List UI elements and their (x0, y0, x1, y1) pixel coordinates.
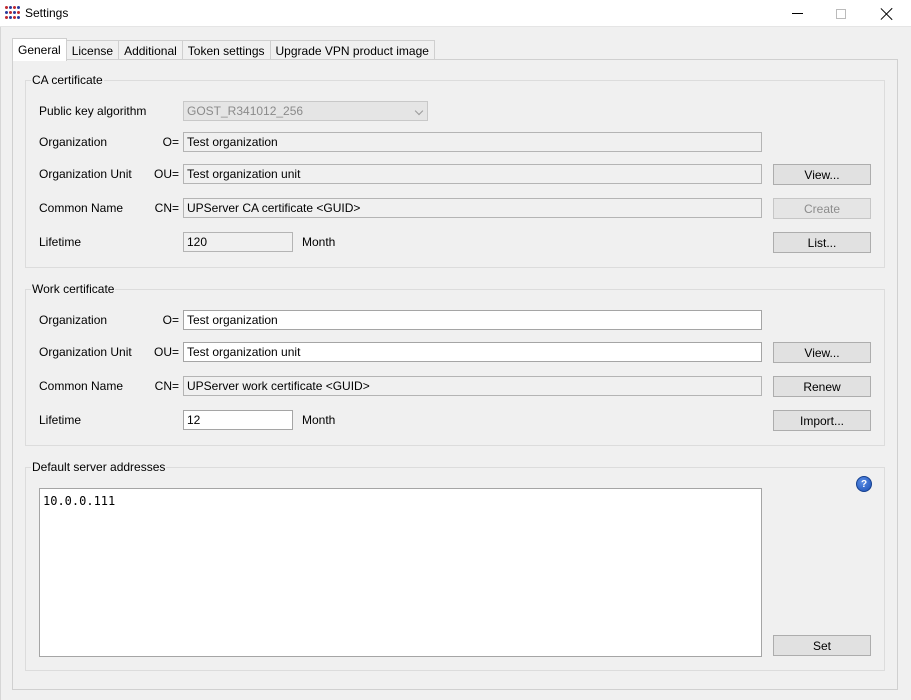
server-addresses-group: Default server addresses 10.0.0.111 ? Se… (25, 460, 885, 671)
maximize-button[interactable] (818, 0, 864, 27)
close-button[interactable] (864, 0, 910, 27)
work-ou-label: Organization Unit (39, 345, 132, 359)
ca-org-label: Organization (39, 135, 108, 149)
minimize-button[interactable] (774, 0, 820, 27)
ca-algorithm-value: GOST_R341012_256 (187, 104, 304, 118)
server-addresses-title: Default server addresses (31, 460, 167, 474)
minimize-icon (791, 13, 803, 14)
ca-ou-field[interactable]: Test organization unit (183, 164, 762, 184)
work-view-button[interactable]: View... (773, 342, 871, 363)
ca-algorithm-select[interactable]: GOST_R341012_256 (183, 101, 428, 121)
tab-bar: General License Additional Token setting… (12, 38, 435, 61)
ca-lifetime-label: Lifetime (39, 235, 82, 249)
app-dots-icon (5, 6, 20, 20)
window-edge (0, 27, 1, 700)
tab-panel-general: CA certificate Public key algorithm GOST… (12, 59, 898, 690)
work-renew-button[interactable]: Renew (773, 376, 871, 397)
tab-general[interactable]: General (12, 38, 67, 61)
tab-upgrade-vpn-image[interactable]: Upgrade VPN product image (270, 40, 435, 60)
ca-algorithm-label: Public key algorithm (39, 104, 147, 118)
close-icon (881, 8, 893, 20)
ca-lifetime-unit: Month (302, 235, 336, 249)
set-button[interactable]: Set (773, 635, 871, 656)
chevron-down-icon (414, 106, 424, 116)
window-title: Settings (25, 6, 69, 20)
work-lifetime-input[interactable]: 12 (183, 410, 293, 430)
work-ou-input[interactable]: Test organization unit (183, 342, 762, 362)
ca-org-field[interactable]: Test organization (183, 132, 762, 152)
ca-create-button[interactable]: Create (773, 198, 871, 219)
tab-additional[interactable]: Additional (119, 40, 183, 60)
work-cn-prefix: CN= (154, 379, 179, 393)
work-lifetime-label: Lifetime (39, 413, 82, 427)
work-org-input[interactable]: Test organization (183, 310, 762, 330)
server-addresses-textarea[interactable]: 10.0.0.111 (39, 488, 762, 657)
ca-ou-prefix: OU= (153, 167, 179, 181)
ca-certificate-group: CA certificate Public key algorithm GOST… (25, 73, 885, 268)
ca-lifetime-field[interactable]: 120 (183, 232, 293, 252)
tab-token-settings[interactable]: Token settings (182, 40, 271, 60)
work-certificate-title: Work certificate (31, 282, 116, 296)
help-icon[interactable]: ? (856, 476, 872, 492)
ca-ou-label: Organization Unit (39, 167, 132, 181)
ca-certificate-title: CA certificate (31, 73, 104, 87)
ca-view-button[interactable]: View... (773, 164, 871, 185)
ca-list-button[interactable]: List... (773, 232, 871, 253)
work-org-label: Organization (39, 313, 108, 327)
work-cn-label: Common Name (39, 379, 124, 393)
work-import-button[interactable]: Import... (773, 410, 871, 431)
work-ou-prefix: OU= (153, 345, 179, 359)
ca-cn-label: Common Name (39, 201, 124, 215)
ca-cn-prefix: CN= (154, 201, 179, 215)
work-certificate-group: Work certificate Organization O= Test or… (25, 282, 885, 446)
ca-org-prefix: O= (162, 135, 179, 149)
work-lifetime-unit: Month (302, 413, 336, 427)
work-org-prefix: O= (162, 313, 179, 327)
ca-cn-field[interactable]: UPServer CA certificate <GUID> (183, 198, 762, 218)
title-bar: Settings (0, 0, 911, 27)
work-cn-field[interactable]: UPServer work certificate <GUID> (183, 376, 762, 396)
tab-license[interactable]: License (66, 40, 120, 60)
maximize-icon (836, 8, 846, 19)
